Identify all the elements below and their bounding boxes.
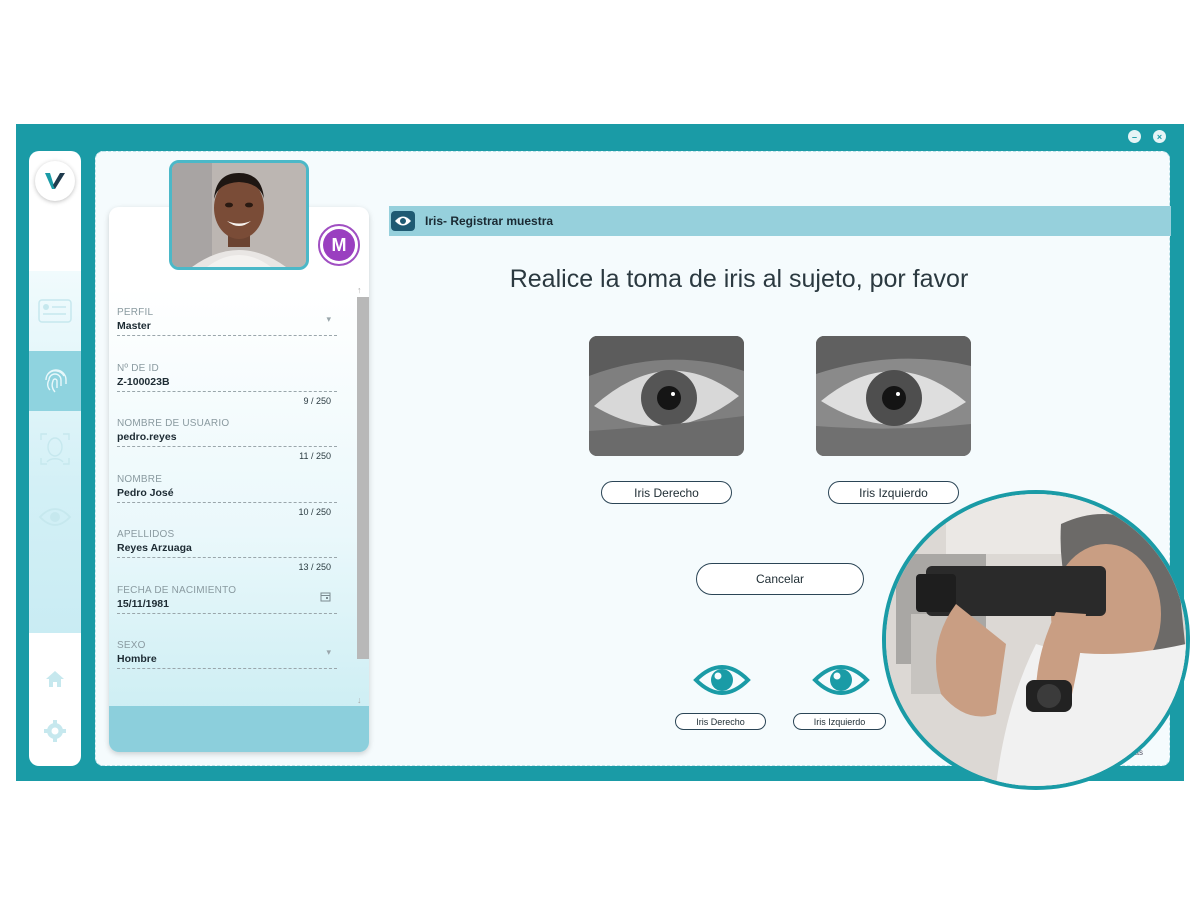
field-fecha-nacimiento[interactable]: FECHA DE NACIMIENTO 15/11/1981 — [117, 583, 347, 639]
field-apellidos[interactable]: APELLIDOS Reyes Arzuaga 13 / 250 — [117, 527, 347, 583]
field-value: pedro.reyes — [117, 431, 177, 443]
sidebar-rail — [29, 151, 81, 766]
field-value: Hombre — [117, 653, 157, 665]
profile-badge: M — [318, 224, 360, 266]
avatar — [169, 160, 309, 270]
iris-left-button[interactable]: Iris Izquierdo — [828, 481, 959, 504]
eye-right-icon[interactable] — [693, 660, 751, 700]
id-card-icon[interactable] — [37, 293, 73, 329]
page-title: Realice la toma de iris al sujeto, por f… — [509, 265, 969, 293]
card-footer — [109, 706, 369, 752]
field-value: Reyes Arzuaga — [117, 542, 192, 554]
section-header: Iris- Registrar muestra — [389, 206, 1171, 236]
chevron-down-icon[interactable]: ▾ — [326, 647, 331, 658]
field-sexo[interactable]: SEXO Hombre ▾ — [117, 638, 347, 694]
section-title: Iris- Registrar muestra — [425, 214, 554, 228]
field-label: SEXO — [117, 640, 146, 651]
char-counter: 11 / 250 — [299, 451, 331, 461]
field-label: Nº DE ID — [117, 362, 159, 374]
field-underline — [117, 446, 337, 447]
calendar-icon[interactable] — [320, 591, 331, 604]
field-label: NOMBRE — [117, 473, 163, 485]
minimize-icon[interactable]: – — [1128, 130, 1141, 143]
field-underline — [117, 612, 337, 614]
field-label: APELLIDOS — [117, 529, 175, 540]
char-counter: 10 / 250 — [298, 506, 331, 517]
face-scan-icon[interactable] — [37, 431, 73, 467]
field-underline — [117, 668, 337, 669]
settings-icon[interactable] — [37, 713, 73, 749]
profile-card: PERFIL Master ▾ Nº DE ID Z-100023B 9 / 2… — [109, 207, 369, 752]
char-counter: 13 / 250 — [298, 562, 331, 572]
field-underline — [117, 335, 337, 336]
sidebar-nav — [29, 271, 81, 633]
iris-left-status[interactable]: Iris Izquierdo — [793, 713, 886, 730]
field-nombre[interactable]: NOMBRE Pedro José 10 / 250 — [117, 472, 347, 528]
profile-fields: PERFIL Master ▾ Nº DE ID Z-100023B 9 / 2… — [117, 305, 347, 694]
cancel-button[interactable]: Cancelar — [696, 563, 864, 595]
fingerprint-icon[interactable] — [37, 363, 73, 399]
field-value: Z-100023B — [117, 375, 170, 388]
eye-icon[interactable] — [37, 499, 73, 535]
field-username[interactable]: NOMBRE DE USUARIO pedro.reyes 11 / 250 — [117, 416, 347, 472]
field-label: PERFIL — [117, 307, 154, 318]
capture-device-photo — [882, 490, 1190, 790]
field-label: NOMBRE DE USUARIO — [117, 418, 230, 429]
field-underline — [117, 557, 337, 558]
field-perfil[interactable]: PERFIL Master ▾ — [117, 305, 347, 361]
home-icon[interactable] — [37, 661, 73, 697]
eye-left-icon[interactable] — [812, 660, 870, 700]
field-id[interactable]: Nº DE ID Z-100023B 9 / 250 — [117, 361, 347, 417]
scroll-thumb[interactable] — [357, 297, 369, 659]
profile-badge-letter: M — [323, 229, 355, 261]
iris-left-preview — [816, 336, 971, 456]
field-value: Master — [117, 320, 151, 332]
window-controls: – × — [1128, 130, 1166, 143]
logo-v-icon — [45, 173, 65, 189]
app-logo[interactable] — [35, 161, 75, 201]
field-value: Pedro José — [117, 486, 174, 499]
field-value: 15/11/1981 — [117, 597, 169, 610]
eye-icon — [391, 211, 415, 231]
iris-right-button[interactable]: Iris Derecho — [601, 481, 732, 504]
field-underline — [117, 501, 337, 503]
scroll-up-icon[interactable]: ↑ — [357, 285, 362, 295]
close-icon[interactable]: × — [1153, 130, 1166, 143]
iris-right-preview — [589, 336, 744, 456]
fields-scrollbar[interactable]: ↑ ↓ — [355, 285, 369, 707]
field-underline — [117, 390, 337, 392]
char-counter: 9 / 250 — [303, 395, 331, 406]
iris-right-status[interactable]: Iris Derecho — [675, 713, 766, 730]
chevron-down-icon[interactable]: ▾ — [326, 314, 331, 325]
field-label: FECHA DE NACIMIENTO — [117, 584, 237, 596]
scroll-down-icon[interactable]: ↓ — [357, 695, 362, 705]
